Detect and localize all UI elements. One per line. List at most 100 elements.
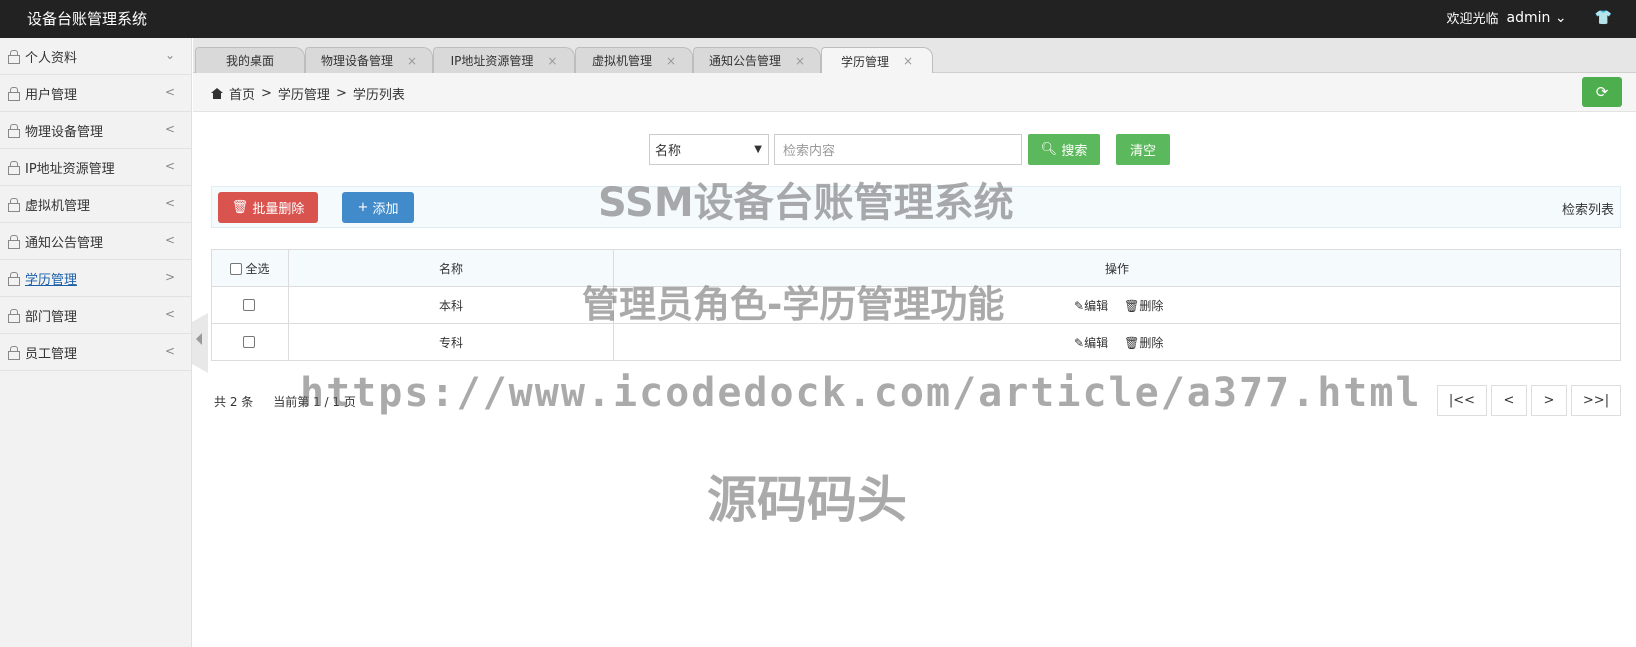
tab-label: 虚拟机管理 xyxy=(591,54,652,68)
sidebar-item-label: 用户管理 xyxy=(25,87,78,103)
search-bar: 名称 ▼ 检索内容 🔍︎ 搜索 清空 xyxy=(649,134,1170,165)
breadcrumb-home[interactable]: 首页 xyxy=(229,84,255,103)
sidebar: 个人资料 ⌄ 用户管理 < 物理设备管理 < IP地址资源管理 < 虚拟机管理 < 通知公… xyxy=(0,38,192,647)
close-icon[interactable]: × xyxy=(795,54,805,68)
tab-ip[interactable]: IP地址资源管理 × xyxy=(433,47,575,73)
refresh-button[interactable]: ⟳ xyxy=(1582,77,1622,107)
lock-icon xyxy=(8,161,20,175)
sidebar-item-employees[interactable]: 员工管理 < xyxy=(0,334,191,371)
search-button[interactable]: 🔍︎ 搜索 xyxy=(1028,134,1100,165)
name-header: 名称 xyxy=(288,249,614,287)
first-page-button[interactable]: |<< xyxy=(1437,385,1487,416)
sidebar-item-profile[interactable]: 个人资料 ⌄ xyxy=(0,38,191,75)
sidebar-item-department[interactable]: 部门管理 < xyxy=(0,297,191,334)
row-checkbox[interactable] xyxy=(242,299,255,311)
refresh-icon: ⟳ xyxy=(1595,83,1609,101)
home-icon xyxy=(211,88,223,99)
lock-icon xyxy=(8,346,20,360)
sidebar-item-label: 物理设备管理 xyxy=(25,124,104,140)
chevron-icon: < xyxy=(164,196,175,210)
delete-link[interactable]: 🗑︎删除 xyxy=(1124,336,1163,350)
breadcrumb-level1: 学历管理 xyxy=(277,88,330,103)
watermark-brand: 源码码头 xyxy=(707,471,907,529)
search-field-select[interactable]: 名称 ▼ xyxy=(649,134,769,165)
top-bar: 设备台账管理系统 欢迎光临 admin ⌄ 👕 xyxy=(0,0,1636,38)
select-all-header[interactable]: 全选 xyxy=(211,249,289,287)
clear-button-label: 清空 xyxy=(1129,144,1156,159)
tab-notice[interactable]: 通知公告管理 × xyxy=(693,47,821,73)
close-icon[interactable]: × xyxy=(903,54,913,68)
sidebar-collapse-handle[interactable] xyxy=(192,313,208,373)
select-all-checkbox[interactable] xyxy=(230,262,243,275)
user-menu[interactable]: admin ⌄ xyxy=(1507,10,1567,26)
chevron-icon: < xyxy=(164,85,175,99)
search-icon: 🔍︎ xyxy=(1040,142,1058,157)
sidebar-item-label: 个人资料 xyxy=(25,50,78,66)
lock-icon xyxy=(8,309,20,323)
last-page-button[interactable]: >>| xyxy=(1571,385,1621,416)
tab-devices[interactable]: 物理设备管理 × xyxy=(305,47,433,73)
user-name: admin xyxy=(1506,9,1551,26)
watermark-title: SSM设备台账管理系统 xyxy=(598,180,1014,226)
search-button-label: 搜索 xyxy=(1061,144,1088,159)
prev-page-button[interactable]: < xyxy=(1491,385,1527,416)
user-area: 欢迎光临 admin ⌄ 👕 xyxy=(1446,8,1612,28)
sidebar-item-education[interactable]: 学历管理 > xyxy=(0,260,191,297)
add-button[interactable]: + 添加 xyxy=(342,192,414,223)
clear-button[interactable]: 清空 xyxy=(1116,134,1170,165)
select-all-label: 全选 xyxy=(245,261,270,276)
tab-desktop[interactable]: 我的桌面 xyxy=(195,47,305,73)
lock-icon xyxy=(8,198,20,212)
table-row: 专科 ✎编辑 🗑︎删除 xyxy=(211,323,1621,361)
tab-label: 学历管理 xyxy=(840,54,889,69)
sidebar-item-vm[interactable]: 虚拟机管理 < xyxy=(0,186,191,223)
lock-icon xyxy=(8,50,20,64)
chevron-down-icon: ⌄ xyxy=(1554,9,1567,26)
row-ops: ✎编辑 🗑︎删除 xyxy=(613,323,1621,361)
search-field-value: 名称 xyxy=(655,144,682,159)
batch-delete-button[interactable]: 🗑︎ 批量删除 xyxy=(218,192,318,223)
close-icon[interactable]: × xyxy=(407,54,417,68)
next-page-button[interactable]: > xyxy=(1531,385,1567,416)
sidebar-item-label: 通知公告管理 xyxy=(25,235,104,251)
search-list-label: 检索列表 xyxy=(1561,203,1614,218)
welcome-text: 欢迎光临 xyxy=(1446,12,1499,27)
delete-link[interactable]: 🗑︎删除 xyxy=(1124,299,1163,313)
sidebar-item-users[interactable]: 用户管理 < xyxy=(0,75,191,112)
sidebar-item-notice[interactable]: 通知公告管理 < xyxy=(0,223,191,260)
lock-icon xyxy=(8,87,20,101)
sidebar-item-ip[interactable]: IP地址资源管理 < xyxy=(0,149,191,186)
chevron-down-icon: ▼ xyxy=(754,144,762,155)
trash-icon: 🗑︎ xyxy=(231,200,249,215)
edit-label: 编辑 xyxy=(1084,335,1109,350)
sidebar-item-devices[interactable]: 物理设备管理 < xyxy=(0,112,191,149)
tab-vm[interactable]: 虚拟机管理 × xyxy=(575,47,693,73)
total-count: 共 2 条 xyxy=(214,395,254,409)
breadcrumb: 首页 > 学历管理 > 学历列表 xyxy=(211,84,405,103)
chevron-left-icon xyxy=(196,333,202,345)
row-name: 专科 xyxy=(288,323,614,361)
chevron-icon: < xyxy=(164,159,175,173)
chevron-icon: < xyxy=(164,122,175,136)
row-name: 本科 xyxy=(288,286,614,324)
add-button-label: 添加 xyxy=(372,202,399,217)
delete-label: 删除 xyxy=(1139,298,1164,313)
pager: |<< < > >>| xyxy=(1437,385,1621,416)
sidebar-item-label: 虚拟机管理 xyxy=(25,198,91,214)
chevron-icon: < xyxy=(164,233,175,247)
delete-label: 删除 xyxy=(1139,335,1164,350)
theme-shirt-icon[interactable]: 👕 xyxy=(1595,10,1612,26)
close-icon[interactable]: × xyxy=(666,54,676,68)
sidebar-item-label: IP地址资源管理 xyxy=(25,161,115,177)
chevron-icon: > xyxy=(164,270,175,284)
search-input[interactable]: 检索内容 xyxy=(774,134,1022,165)
row-select-cell xyxy=(211,286,289,324)
row-checkbox[interactable] xyxy=(242,336,255,348)
close-icon[interactable]: × xyxy=(547,54,557,68)
tab-education[interactable]: 学历管理 × xyxy=(821,47,933,74)
sidebar-item-label: 部门管理 xyxy=(25,309,78,325)
edit-link[interactable]: ✎编辑 xyxy=(1074,299,1108,313)
watermark-url: https://www.icodedock.com/article/a377.h… xyxy=(300,370,1422,416)
edit-link[interactable]: ✎编辑 xyxy=(1074,336,1108,350)
lock-icon xyxy=(8,124,20,138)
